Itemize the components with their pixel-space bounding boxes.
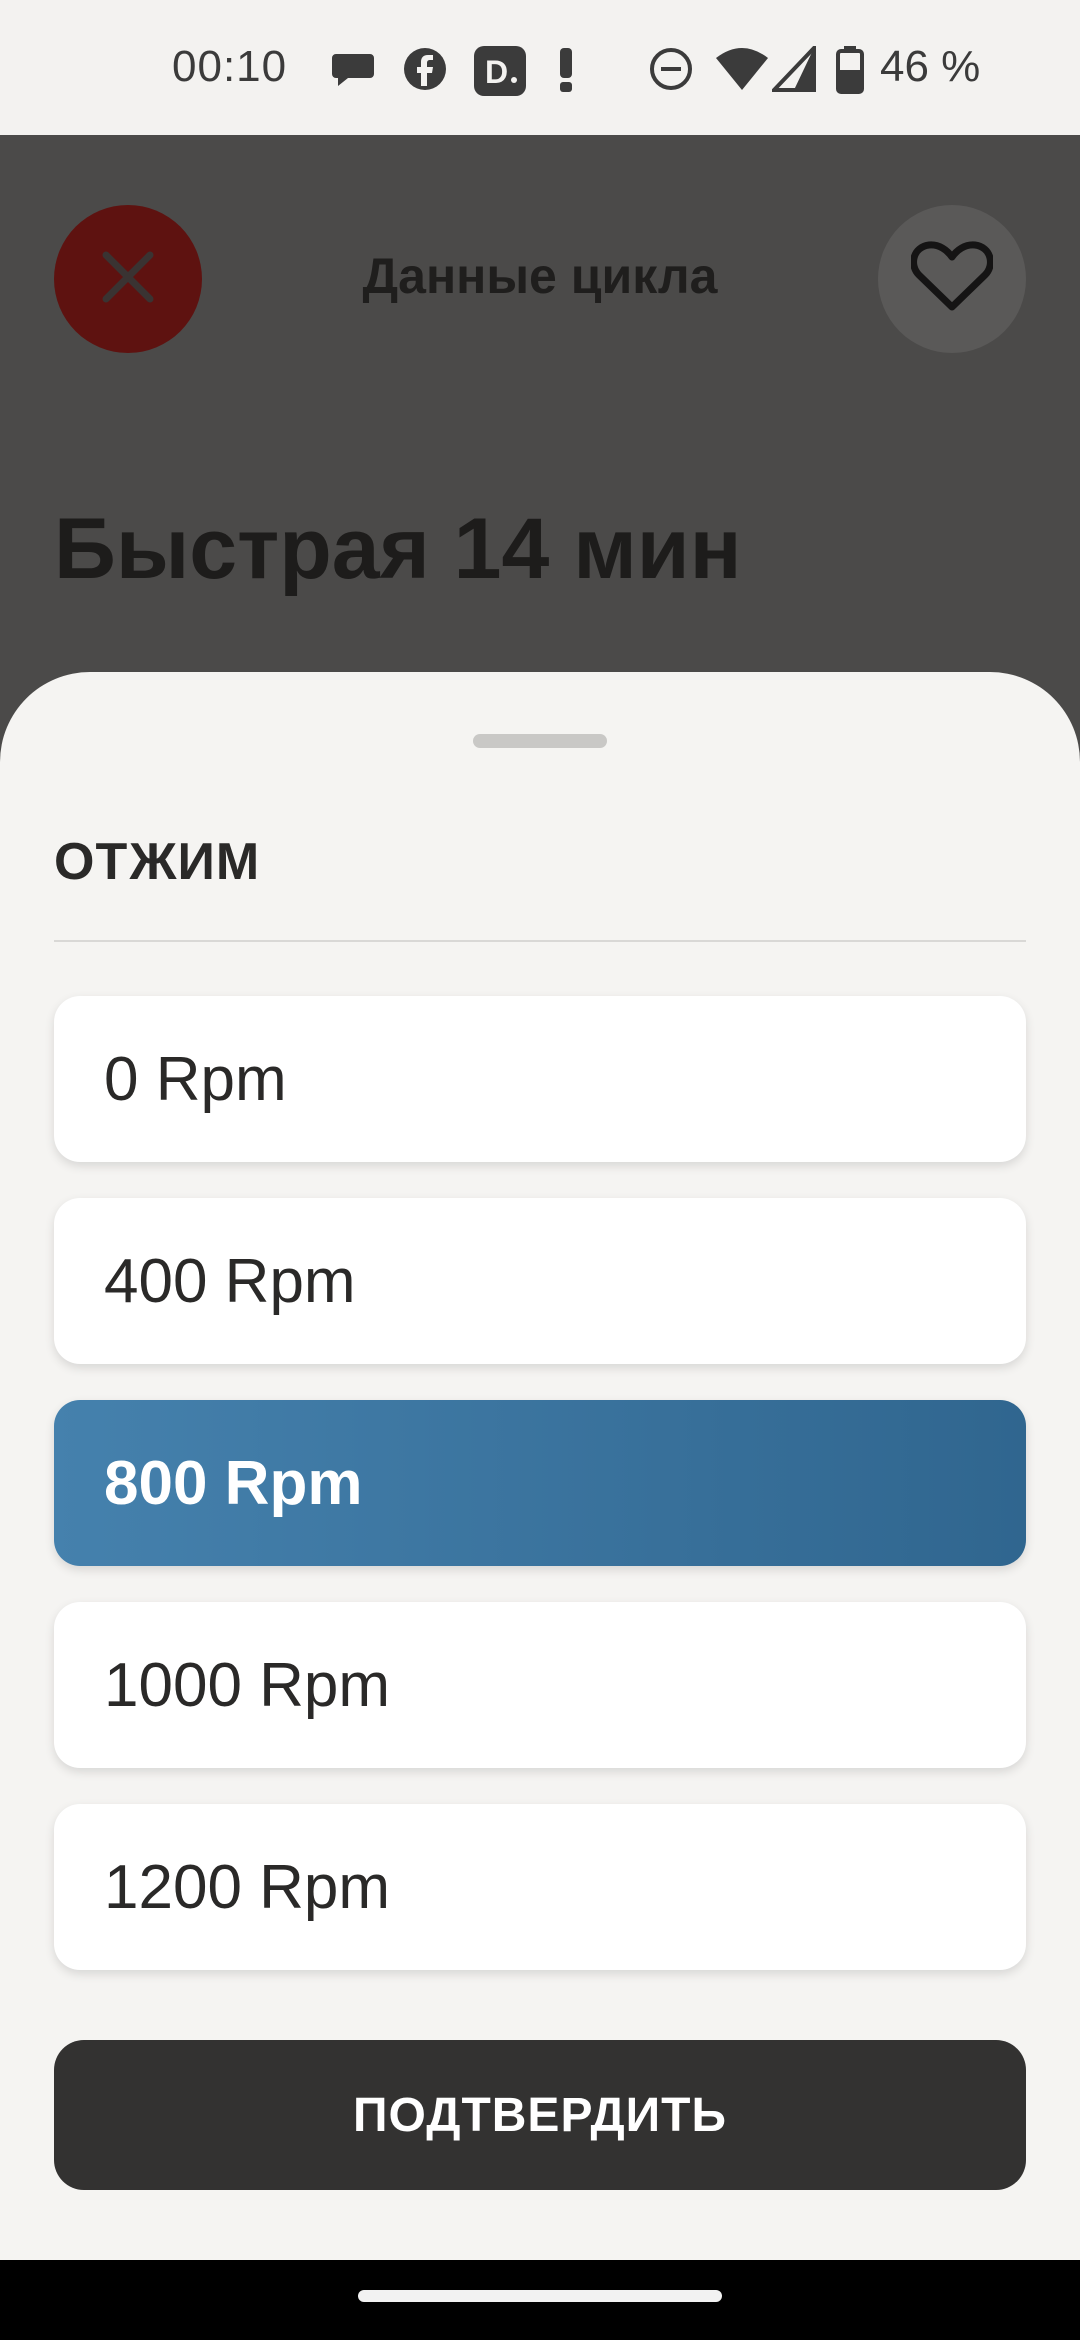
divider [54, 940, 1026, 942]
option-400-rpm[interactable]: 400 Rpm [54, 1198, 1026, 1364]
program-title: Быстрая 14 мин [54, 501, 742, 597]
wifi-icon [714, 46, 770, 97]
navigation-bar [0, 2260, 1080, 2340]
signal-icon [769, 43, 816, 97]
option-0-rpm[interactable]: 0 Rpm [54, 996, 1026, 1162]
favorite-button[interactable] [878, 205, 1026, 353]
dnd-icon [648, 46, 694, 97]
spin-bottom-sheet: ОТЖИМ 0 Rpm 400 Rpm 800 Rpm 1000 Rpm 120… [0, 672, 1080, 2260]
confirm-button[interactable]: ПОДТВЕРДИТЬ [54, 2040, 1026, 2190]
option-800-rpm[interactable]: 800 Rpm [54, 1400, 1026, 1566]
battery-percent: 46 % [880, 42, 981, 91]
spin-options-list: 0 Rpm 400 Rpm 800 Rpm 1000 Rpm 1200 Rpm [54, 996, 1026, 2006]
status-time: 00:10 [172, 42, 288, 91]
heart-icon [910, 240, 994, 318]
option-1200-rpm[interactable]: 1200 Rpm [54, 1804, 1026, 1970]
home-gesture-handle[interactable] [358, 2290, 722, 2302]
battery-icon [836, 46, 864, 99]
facebook-icon [402, 46, 448, 97]
chat-icon [330, 46, 376, 97]
app-d-icon: D [474, 46, 526, 101]
status-bar: 00:10 D 46 % [0, 0, 1080, 135]
sheet-title: ОТЖИМ [54, 833, 261, 891]
notification-icon [556, 46, 578, 99]
option-1000-rpm[interactable]: 1000 Rpm [54, 1602, 1026, 1768]
sheet-drag-handle[interactable] [473, 734, 607, 748]
svg-text:D: D [485, 54, 508, 90]
